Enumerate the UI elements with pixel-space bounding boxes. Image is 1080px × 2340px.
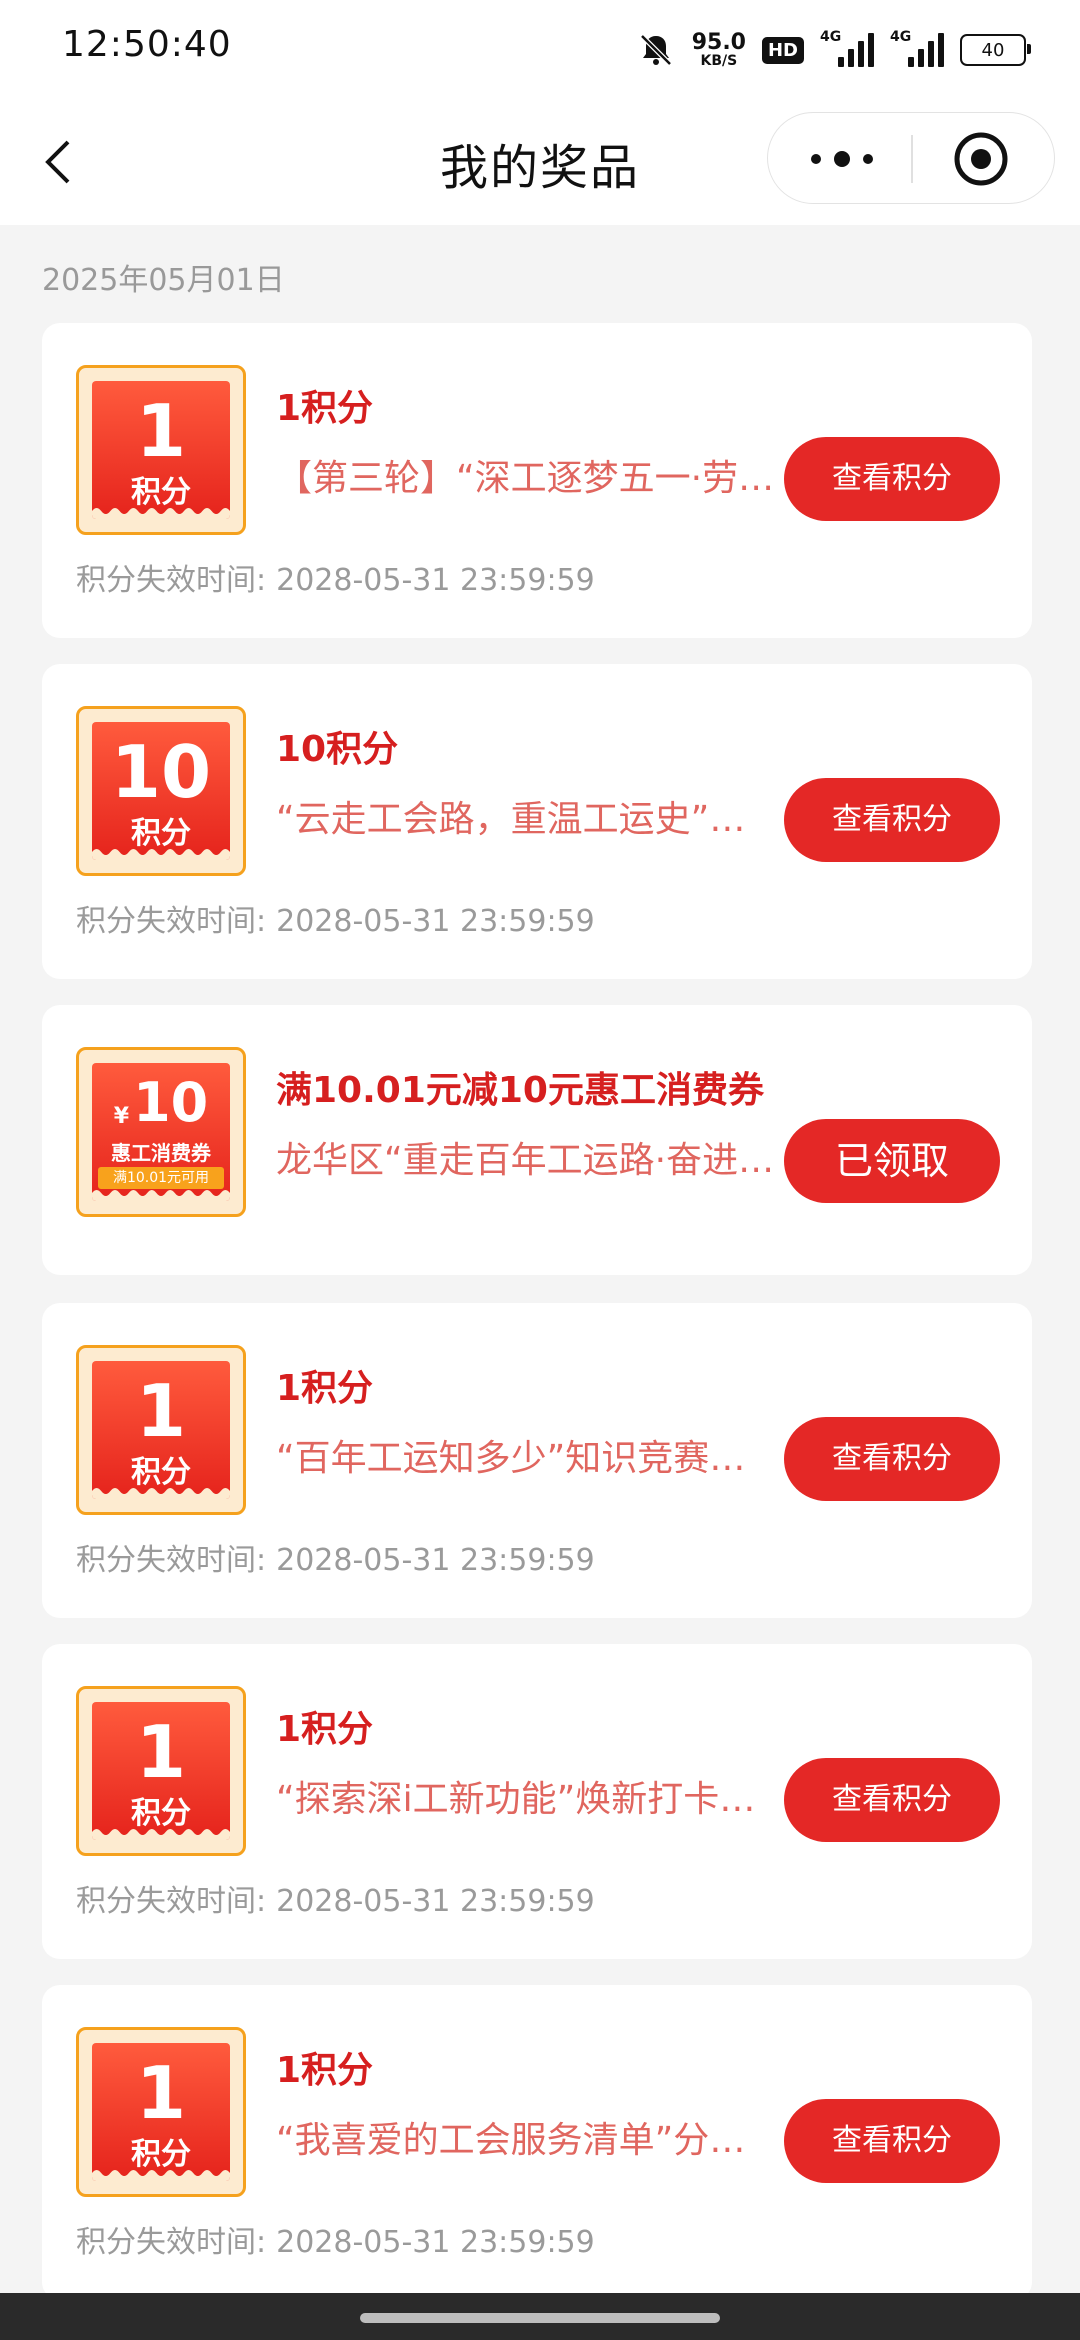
- more-dots-icon[interactable]: [808, 141, 876, 177]
- status-icons: 95.0 KB/S HD 4G 4G 40: [636, 26, 1031, 74]
- prize-card: 1 积分 1积分 “探索深i工新功能”焕新打卡活动 查看积分 积分失效时间: 20…: [42, 1644, 1032, 1959]
- points-badge: 10 积分: [76, 706, 246, 876]
- view-points-button[interactable]: 查看积分: [784, 1417, 1000, 1501]
- expiry-info: 积分失效时间: 2028-05-31 23:59:59: [76, 555, 605, 599]
- currency-symbol: ¥: [113, 1104, 130, 1129]
- expiry-time: 2028-05-31 23:59:59: [276, 1543, 595, 1578]
- prize-card: 1 积分 1积分 【第三轮】“深工逐梦五一·劳动最光荣” 查看积分 积分失效时间…: [42, 323, 1032, 638]
- expiry-label: 积分失效时间:: [76, 904, 267, 939]
- prize-card: ¥10 惠工消费券 满10.01元可用 满10.01元减10元惠工消费券 龙华区…: [42, 1005, 1032, 1275]
- prize-desc: 【第三轮】“深工逐梦五一·劳动最光荣”: [276, 458, 776, 499]
- prize-title: 1积分: [276, 388, 374, 429]
- badge-scallop: [92, 849, 230, 860]
- badge-number: 1: [135, 389, 187, 473]
- capsule-divider: [911, 135, 913, 183]
- expiry-label: 积分失效时间:: [76, 563, 267, 598]
- coupon-amount: ¥10: [113, 1071, 209, 1134]
- claimed-button[interactable]: 已领取: [784, 1119, 1000, 1203]
- hd-badge: HD: [761, 36, 804, 64]
- prize-desc: “百年工运知多少”知识竞赛活动: [276, 1438, 776, 1479]
- points-badge: 1 积分: [76, 1345, 246, 1515]
- bell-muted-icon: [639, 34, 672, 66]
- prize-title: 1积分: [276, 1368, 374, 1409]
- expiry-label: 积分失效时间:: [76, 2225, 267, 2260]
- net-speed: 95.0 KB/S: [691, 30, 746, 69]
- prize-card: 1 积分 1积分 “我喜爱的工会服务清单”分享活动 查看积分 积分失效时间: 20…: [42, 1985, 1032, 2300]
- points-badge: 1 积分: [76, 365, 246, 535]
- expiry-info: 积分失效时间: 2028-05-31 23:59:59: [76, 2217, 605, 2261]
- mini-program-capsule: [767, 112, 1055, 204]
- expiry-time: 2028-05-31 23:59:59: [276, 904, 595, 939]
- prize-desc: 龙华区“重走百年工运路·奋进新时代”: [276, 1140, 776, 1181]
- points-badge: 1 积分: [76, 1686, 246, 1856]
- badge-number: 1: [135, 2051, 187, 2135]
- view-points-button[interactable]: 查看积分: [784, 2099, 1000, 2183]
- badge-number: 1: [135, 1710, 187, 1794]
- view-points-button[interactable]: 查看积分: [784, 778, 1000, 862]
- battery-icon: 40: [960, 34, 1031, 66]
- prize-title: 满10.01元减10元惠工消费券: [276, 1070, 764, 1111]
- expiry-time: 2028-05-31 23:59:59: [276, 563, 595, 598]
- coupon-name: 惠工消费券: [111, 1141, 211, 1165]
- view-points-button[interactable]: 查看积分: [784, 1758, 1000, 1842]
- badge-number: 10: [110, 730, 212, 814]
- badge-scallop: [92, 2170, 230, 2181]
- target-icon[interactable]: [953, 131, 1009, 187]
- expiry-info: 积分失效时间: 2028-05-31 23:59:59: [76, 896, 605, 940]
- badge-scallop: [92, 508, 230, 519]
- signal-icon: 4G: [890, 29, 944, 67]
- expiry-time: 2028-05-31 23:59:59: [276, 2225, 595, 2260]
- badge-scallop: [92, 1829, 230, 1840]
- expiry-info: 积分失效时间: 2028-05-31 23:59:59: [76, 1876, 605, 1920]
- prize-desc: “探索深i工新功能”焕新打卡活动: [276, 1779, 776, 1820]
- badge-number: 1: [135, 1369, 187, 1453]
- prize-card: 10 积分 10积分 “云走工会路，重温工运史”活动 查看积分 积分失效时间: 2…: [42, 664, 1032, 979]
- date-header: 2025年05月01日: [42, 263, 285, 298]
- prize-desc: “云走工会路，重温工运史”活动: [276, 799, 776, 840]
- status-time: 12:50:40: [62, 24, 232, 65]
- status-bar: 12:50:40 95.0 KB/S HD 4G 4G 40: [0, 0, 1080, 100]
- expiry-time: 2028-05-31 23:59:59: [276, 1884, 595, 1919]
- home-indicator[interactable]: [360, 2313, 720, 2323]
- badge-scallop: [92, 1190, 230, 1201]
- expiry-label: 积分失效时间:: [76, 1543, 267, 1578]
- coupon-condition: 满10.01元可用: [98, 1167, 224, 1189]
- prize-title: 1积分: [276, 2050, 374, 2091]
- points-badge: 1 积分: [76, 2027, 246, 2197]
- signal-icon: 4G: [820, 29, 874, 67]
- view-points-button[interactable]: 查看积分: [784, 437, 1000, 521]
- prize-desc: “我喜爱的工会服务清单”分享活动: [276, 2120, 776, 2161]
- prize-card: 1 积分 1积分 “百年工运知多少”知识竞赛活动 查看积分 积分失效时间: 202…: [42, 1303, 1032, 1618]
- expiry-info: 积分失效时间: 2028-05-31 23:59:59: [76, 1535, 605, 1579]
- nav-bar: 我的奖品: [0, 100, 1080, 225]
- prize-title: 1积分: [276, 1709, 374, 1750]
- expiry-label: 积分失效时间:: [76, 1884, 267, 1919]
- badge-scallop: [92, 1488, 230, 1499]
- prize-title: 10积分: [276, 729, 399, 770]
- coupon-badge: ¥10 惠工消费券 满10.01元可用: [76, 1047, 246, 1217]
